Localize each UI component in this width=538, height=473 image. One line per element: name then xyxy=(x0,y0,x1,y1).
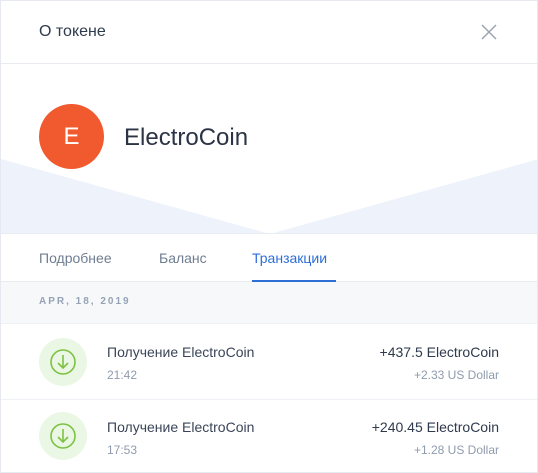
dialog-header: О токене xyxy=(1,1,537,64)
tab-details[interactable]: Подробнее xyxy=(39,250,112,266)
tab-bar: Подробнее Баланс Транзакции xyxy=(1,234,537,282)
transaction-fiat-amount: +1.28 US Dollar xyxy=(413,443,499,457)
transaction-title: Получение ElectroCoin xyxy=(107,419,255,435)
transaction-fiat-amount: +2.33 US Dollar xyxy=(413,368,499,382)
transaction-amount: +437.5 ElectroCoin xyxy=(379,344,499,360)
receive-arrow-icon xyxy=(39,412,87,460)
transaction-row[interactable]: Получение ElectroCoin 21:42 +437.5 Elect… xyxy=(1,325,537,399)
dialog-title: О токене xyxy=(39,23,106,40)
transaction-row[interactable]: Получение ElectroCoin 17:53 +240.45 Elec… xyxy=(1,400,537,472)
tab-balance[interactable]: Баланс xyxy=(159,250,207,266)
date-label: APR, 18, 2019 xyxy=(39,296,131,307)
transaction-time: 17:53 xyxy=(107,443,138,457)
receive-arrow-icon xyxy=(39,338,87,386)
transaction-title: Получение ElectroCoin xyxy=(107,344,255,360)
transaction-time: 21:42 xyxy=(107,368,138,382)
token-avatar-letter: E xyxy=(63,122,80,150)
transaction-amount: +240.45 ElectroCoin xyxy=(371,419,499,435)
token-info-dialog: О токене E ElectroCoin Подробнее Баланс … xyxy=(0,0,538,473)
transactions-date-header: APR, 18, 2019 xyxy=(1,282,537,324)
tab-transactions[interactable]: Транзакции xyxy=(252,250,327,266)
close-icon[interactable] xyxy=(477,20,501,44)
token-avatar: E xyxy=(39,104,104,169)
token-name: ElectroCoin xyxy=(124,124,249,151)
token-hero: E ElectroCoin xyxy=(1,64,537,234)
